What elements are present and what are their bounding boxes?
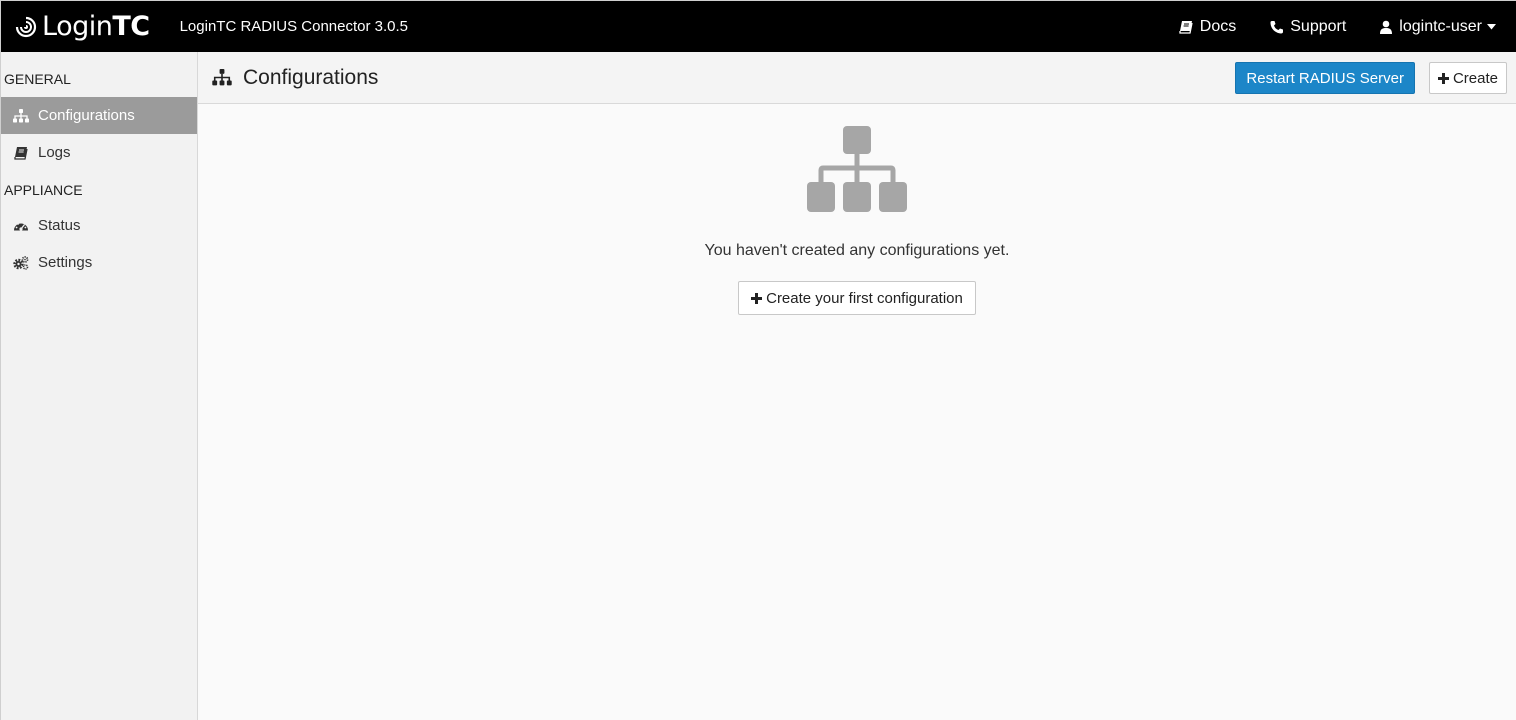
sidebar-section-appliance: APPLIANCE bbox=[4, 182, 83, 198]
sidebar-item-status[interactable]: Status bbox=[1, 207, 197, 244]
create-button[interactable]: Create bbox=[1428, 62, 1507, 94]
sidebar-item-logs[interactable]: Logs bbox=[1, 134, 197, 171]
product-name[interactable]: LoginTC RADIUS Connector 3.0.5 bbox=[180, 18, 408, 35]
main-content: Configurations Restart RADIUS Server Cre… bbox=[198, 52, 1516, 720]
dashboard-icon bbox=[14, 221, 28, 231]
brand-name-bold: TC bbox=[112, 11, 150, 42]
plus-icon bbox=[751, 292, 763, 304]
caret-down-icon bbox=[1487, 23, 1496, 29]
docs-link[interactable]: Docs bbox=[1179, 18, 1236, 36]
cogs-icon bbox=[13, 255, 29, 270]
brand-name-light: Login bbox=[42, 11, 113, 42]
plus-icon bbox=[1437, 72, 1449, 84]
book-icon bbox=[14, 146, 28, 160]
create-first-configuration-button[interactable]: Create your first configuration bbox=[738, 281, 976, 315]
logo-mark-icon bbox=[15, 15, 37, 37]
logintc-logo[interactable]: Login TC bbox=[15, 1, 150, 52]
sitemap-icon bbox=[807, 126, 907, 212]
page-title-text: Configurations bbox=[243, 65, 379, 89]
page-header: Configurations Restart RADIUS Server Cre… bbox=[198, 52, 1516, 104]
sidebar-section-general: GENERAL bbox=[4, 71, 71, 87]
sidebar-item-label: Configurations bbox=[38, 107, 135, 124]
sidebar-item-label: Logs bbox=[38, 144, 71, 161]
user-icon bbox=[1380, 20, 1393, 34]
restart-radius-server-button[interactable]: Restart RADIUS Server bbox=[1235, 62, 1415, 94]
empty-state-message: You haven't created any configurations y… bbox=[704, 242, 1010, 259]
user-menu[interactable]: logintc-user bbox=[1380, 18, 1503, 36]
create-first-configuration-label: Create your first configuration bbox=[766, 289, 963, 307]
create-button-label: Create bbox=[1452, 69, 1498, 87]
sitemap-icon bbox=[212, 69, 232, 86]
support-label: Support bbox=[1290, 17, 1347, 35]
sidebar-item-label: Status bbox=[38, 217, 81, 234]
phone-icon bbox=[1270, 20, 1284, 33]
top-nav-links: Docs Support logintc-user bbox=[1145, 1, 1503, 52]
sitemap-icon bbox=[13, 108, 29, 122]
sidebar-item-configurations[interactable]: Configurations bbox=[1, 97, 197, 134]
sidebar: GENERAL Configurations Logs APPLIANCE St… bbox=[1, 52, 198, 720]
username-label: logintc-user bbox=[1399, 17, 1482, 35]
sidebar-item-settings[interactable]: Settings bbox=[1, 244, 197, 281]
header-actions: Restart RADIUS Server Create bbox=[1235, 62, 1507, 94]
page-title: Configurations bbox=[212, 66, 378, 90]
book-icon bbox=[1179, 20, 1193, 34]
docs-label: Docs bbox=[1199, 17, 1237, 35]
sidebar-item-label: Settings bbox=[38, 254, 93, 271]
support-link[interactable]: Support bbox=[1270, 18, 1346, 36]
empty-state: You haven't created any configurations y… bbox=[198, 126, 1516, 315]
top-navbar: Login TC LoginTC RADIUS Connector 3.0.5 D… bbox=[1, 1, 1516, 52]
